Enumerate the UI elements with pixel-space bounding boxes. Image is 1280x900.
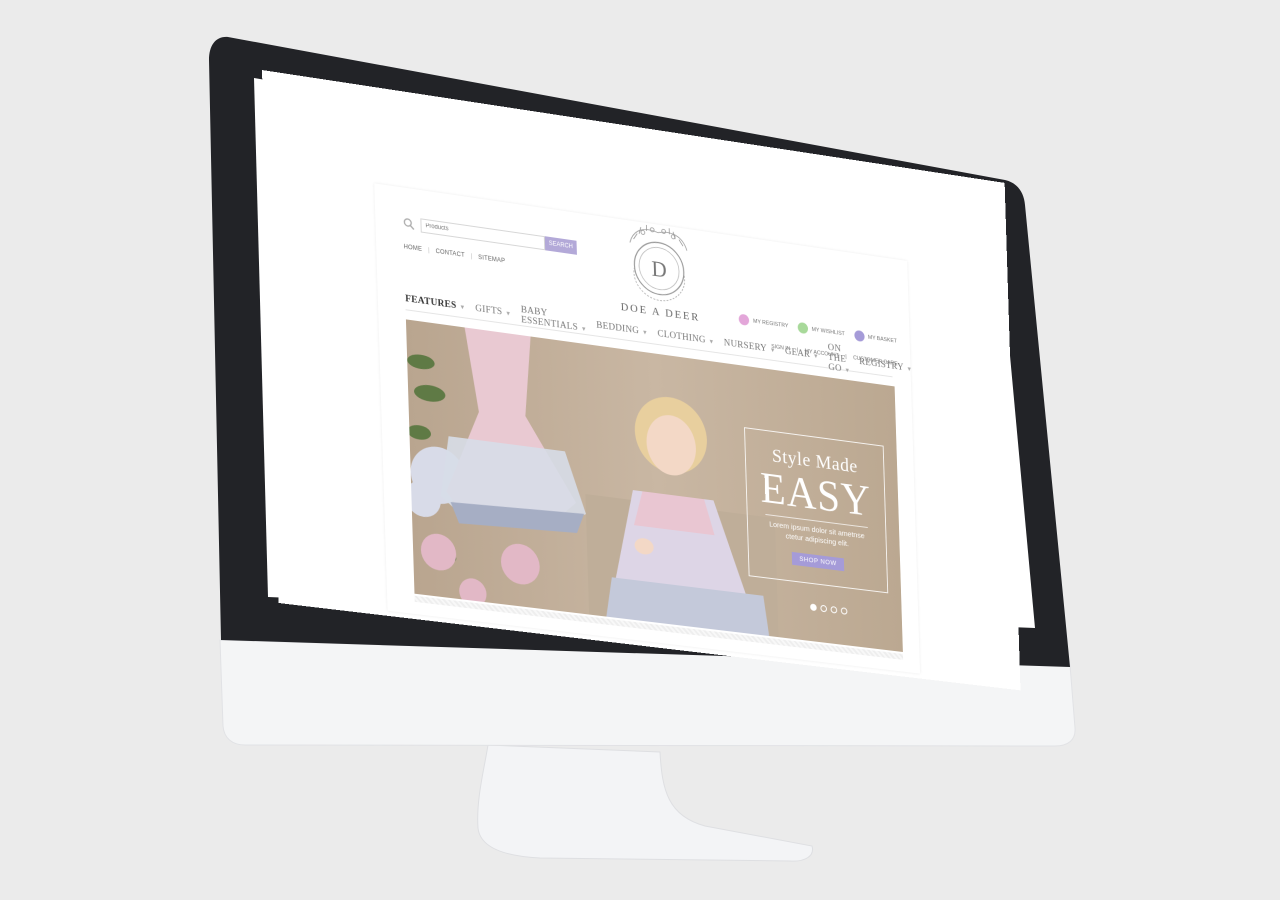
logo-letter: D xyxy=(651,256,667,283)
chevron-down-icon: ▼ xyxy=(812,353,819,361)
slide-dot-1[interactable] xyxy=(810,603,817,612)
chevron-down-icon: ▼ xyxy=(708,339,715,346)
nav-gear[interactable]: GEAR ▼ xyxy=(785,347,819,362)
chevron-down-icon: ▼ xyxy=(641,329,649,337)
sitemap-link[interactable]: SITEMAP xyxy=(478,255,505,265)
separator: | xyxy=(470,253,473,261)
search-input[interactable] xyxy=(420,218,546,251)
chevron-down-icon: ▼ xyxy=(580,326,588,334)
my-registry-label: MY REGISTRY xyxy=(752,318,789,329)
search-icon xyxy=(403,217,415,231)
nav-gifts[interactable]: GIFTS ▼ xyxy=(475,304,511,319)
separator: | xyxy=(427,247,430,254)
nav-bedding[interactable]: BEDDING ▼ xyxy=(596,321,648,338)
my-wishlist-link[interactable]: MY WISHLIST xyxy=(797,321,845,339)
nav-nursery[interactable]: NURSERY ▼ xyxy=(724,338,776,355)
chevron-down-icon: ▼ xyxy=(459,304,466,312)
nav-clothing[interactable]: CLOTHING ▼ xyxy=(657,329,714,347)
chevron-down-icon: ▼ xyxy=(844,367,851,375)
website-page: SEARCH HOME | CONTACT | SITEMAP D DOE A … xyxy=(374,183,921,674)
my-registry-link[interactable]: MY REGISTRY xyxy=(738,313,789,332)
slide-dot-3[interactable] xyxy=(830,605,838,614)
basket-icon xyxy=(853,329,865,343)
nav-baby-essentials[interactable]: BABY ESSENTIALS ▼ xyxy=(521,305,587,334)
top-links: HOME | CONTACT | SITEMAP xyxy=(404,244,506,264)
chevron-down-icon: ▼ xyxy=(769,347,776,355)
nav-registry[interactable]: REGISTRY ▼ xyxy=(859,357,912,374)
crest-logo-icon: D xyxy=(620,221,698,310)
my-basket-label: MY BASKET xyxy=(867,334,897,345)
nav-features[interactable]: FEATURES ▼ xyxy=(405,294,466,312)
promo-box: Style Made EASY Lorem ipsum dolor sit am… xyxy=(744,427,889,594)
my-basket-link[interactable]: MY BASKET xyxy=(853,329,897,347)
site-logo[interactable]: D DOE A DEER xyxy=(617,221,702,325)
nav-on-the-go[interactable]: ON THE GO ▼ xyxy=(828,343,851,376)
chevron-down-icon: ▼ xyxy=(505,310,512,318)
search-button[interactable]: SEARCH xyxy=(544,236,577,255)
slide-dot-4[interactable] xyxy=(840,607,848,615)
shop-now-button[interactable]: SHOP NOW xyxy=(791,551,845,572)
monitor-stand xyxy=(477,744,814,862)
contact-link[interactable]: CONTACT xyxy=(436,249,465,259)
chevron-down-icon: ▼ xyxy=(906,366,913,374)
my-wishlist-label: MY WISHLIST xyxy=(811,326,845,337)
registry-icon xyxy=(738,313,750,326)
slide-dot-2[interactable] xyxy=(820,604,828,613)
wishlist-icon xyxy=(797,321,809,335)
home-link[interactable]: HOME xyxy=(404,244,423,253)
